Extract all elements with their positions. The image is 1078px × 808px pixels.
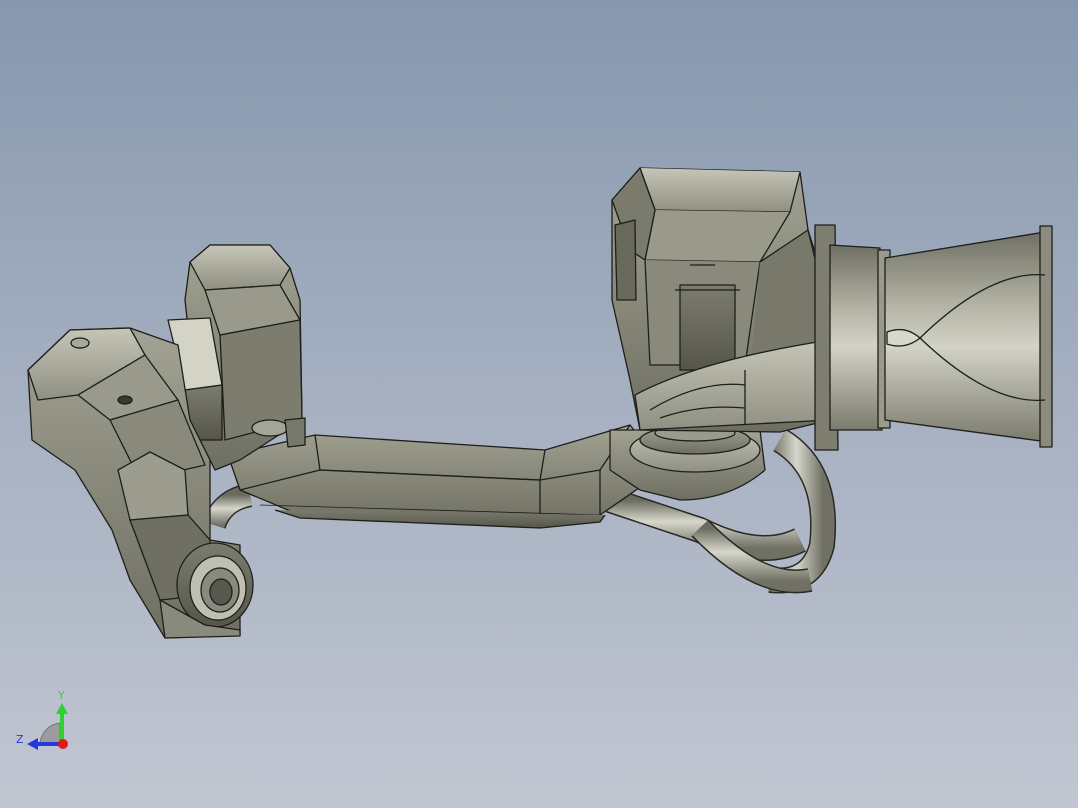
cad-viewport[interactable]: Y Z <box>0 0 1078 808</box>
cone-bell <box>884 225 1053 448</box>
y-axis-label: Y <box>57 689 65 702</box>
robot-arm-model[interactable] <box>27 167 1053 639</box>
z-arrow-icon <box>27 738 38 750</box>
z-axis-label: Z <box>16 733 24 746</box>
orientation-triad: Y Z <box>16 689 68 750</box>
y-arrow-icon <box>56 703 68 714</box>
head-housing <box>611 167 831 433</box>
triad-plane-icon <box>39 722 61 746</box>
flange <box>814 224 891 451</box>
x-axis-icon <box>58 739 68 749</box>
